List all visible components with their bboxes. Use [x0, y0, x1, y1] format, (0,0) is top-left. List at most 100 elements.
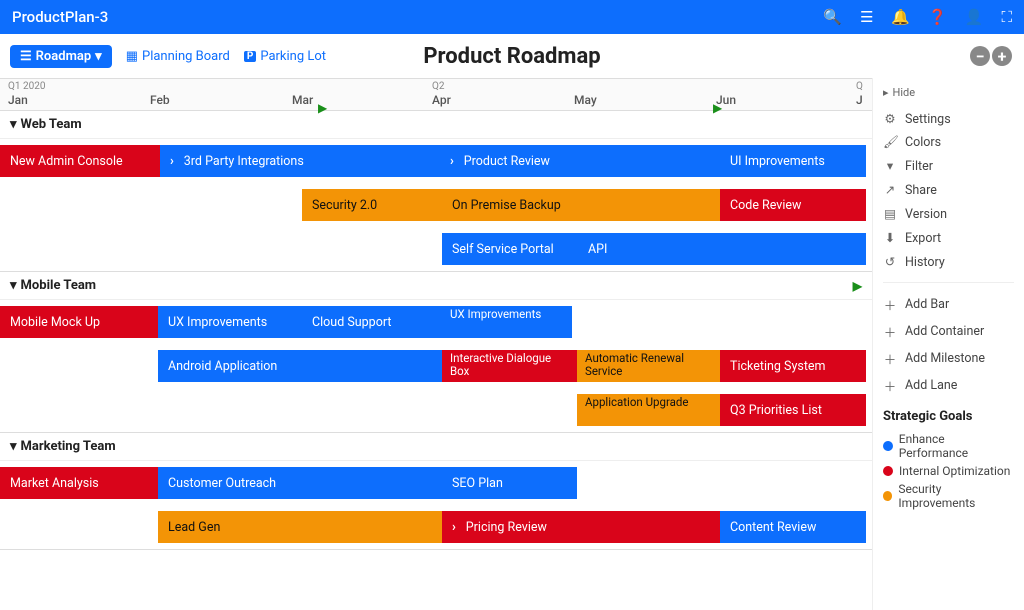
bar-application-upgrade[interactable]: Application Upgrade: [577, 394, 720, 426]
version-icon: ▤: [883, 206, 897, 222]
bar-pricing-review[interactable]: ›Pricing Review: [442, 511, 720, 543]
header-row: ☰ Roadmap ▾ ▦ Planning Board P Parking L…: [0, 34, 1024, 78]
tl-jul: J: [856, 93, 863, 107]
sidebar-item-share[interactable]: ↗Share: [883, 178, 1014, 202]
tl-apr: Apr: [432, 93, 451, 107]
roadmap-icon: ☰: [20, 49, 32, 64]
bar-on-premise-backup[interactable]: On Premise Backup: [442, 189, 720, 221]
tl-q1: Q1 2020: [8, 81, 45, 92]
bar-cloud-support[interactable]: Cloud Support: [302, 306, 442, 338]
bar-security-2[interactable]: Security 2.0: [302, 189, 442, 221]
fullscreen-icon[interactable]: ⛶: [1001, 8, 1012, 26]
sidebar-item-filter[interactable]: ▾Filter: [883, 154, 1014, 178]
help-icon[interactable]: ❓: [928, 8, 947, 26]
bar-seo-plan[interactable]: SEO Plan: [442, 467, 577, 499]
bar-android-application[interactable]: Android Application: [158, 350, 442, 382]
parking-icon: P: [244, 51, 256, 62]
user-icon[interactable]: 👤: [965, 8, 984, 26]
milestone-marker-3[interactable]: ▶: [853, 279, 862, 293]
search-icon[interactable]: 🔍: [823, 8, 842, 26]
topbar-actions: 🔍 ☰ 🔔 ❓ 👤 ⛶: [823, 8, 1012, 26]
bar-ux-improvements[interactable]: UX Improvements: [158, 306, 302, 338]
lane-marketing: ▾Marketing Team Market Analysis Customer…: [0, 433, 872, 550]
bar-content-review[interactable]: Content Review: [720, 511, 866, 543]
bar-automatic-renewal[interactable]: Automatic Renewal Service: [577, 350, 720, 382]
lane-header-mobile[interactable]: ▾Mobile Team▶: [0, 272, 872, 300]
board-icon: ▦: [126, 49, 138, 64]
zoom-in-button[interactable]: +: [992, 46, 1012, 66]
legend-dot: [883, 491, 892, 501]
hide-sidebar-link[interactable]: ▸Hide: [883, 86, 1014, 99]
bar-new-admin-console[interactable]: New Admin Console: [0, 145, 160, 177]
bar-ux-improvements-2[interactable]: UX Improvements: [442, 306, 572, 338]
planning-board-link[interactable]: ▦ Planning Board: [126, 49, 230, 64]
tl-jan: Jan: [8, 93, 28, 107]
bar-api[interactable]: API: [578, 233, 866, 265]
roadmap-view-dropdown[interactable]: ☰ Roadmap ▾: [10, 45, 112, 68]
plus-icon: ＋: [883, 349, 897, 368]
sidebar-item-add-bar[interactable]: ＋Add Bar: [883, 291, 1014, 318]
bar-market-analysis[interactable]: Market Analysis: [0, 467, 158, 499]
chevron-down-icon: ▾: [10, 439, 17, 454]
plus-icon: ＋: [883, 322, 897, 341]
sidebar-item-settings[interactable]: ⚙Settings: [883, 107, 1014, 131]
legend-dot: [883, 466, 893, 476]
bar-product-review[interactable]: ›Product Review: [440, 145, 720, 177]
lane-header-marketing[interactable]: ▾Marketing Team: [0, 433, 872, 461]
bell-icon[interactable]: 🔔: [891, 8, 910, 26]
chevron-down-icon: ▾: [95, 49, 102, 64]
tl-may: May: [574, 93, 597, 107]
legend-item-security[interactable]: Security Improvements: [883, 480, 1014, 512]
tl-feb: Feb: [150, 93, 170, 107]
bar-mobile-mock-up[interactable]: Mobile Mock Up: [0, 306, 158, 338]
plus-icon: ＋: [883, 376, 897, 395]
bar-code-review[interactable]: Code Review: [720, 189, 866, 221]
chevron-right-icon: ›: [170, 154, 174, 169]
bar-ui-improvements[interactable]: UI Improvements: [720, 145, 866, 177]
chevron-right-icon: ›: [452, 520, 456, 535]
bar-3rd-party-integrations[interactable]: ›3rd Party Integrations: [160, 145, 440, 177]
history-icon: ↺: [883, 254, 897, 270]
gear-icon: ⚙: [883, 111, 897, 127]
bar-lead-gen[interactable]: Lead Gen: [158, 511, 442, 543]
page-title: Product Roadmap: [423, 44, 600, 69]
tl-q3: Q: [856, 81, 863, 92]
topbar: ProductPlan-3 🔍 ☰ 🔔 ❓ 👤 ⛶: [0, 0, 1024, 34]
sidebar-item-history[interactable]: ↺History: [883, 250, 1014, 274]
bar-ticketing-system[interactable]: Ticketing System: [720, 350, 866, 382]
app-title: ProductPlan-3: [12, 8, 108, 26]
sidebar-item-add-container[interactable]: ＋Add Container: [883, 318, 1014, 345]
zoom-out-button[interactable]: −: [970, 46, 990, 66]
zoom-controls: − +: [970, 46, 1012, 66]
brush-icon: 🖌: [883, 135, 897, 150]
roadmap-canvas[interactable]: Q1 2020 Q2 Q Jan Feb Mar Apr May Jun J ▶…: [0, 78, 872, 610]
sidebar-item-add-milestone[interactable]: ＋Add Milestone: [883, 345, 1014, 372]
sidebar-item-add-lane[interactable]: ＋Add Lane: [883, 372, 1014, 399]
bar-interactive-dialogue[interactable]: Interactive Dialogue Box: [442, 350, 577, 382]
legend-item-internal[interactable]: Internal Optimization: [883, 462, 1014, 480]
lane-mobile: ▾Mobile Team▶ Mobile Mock Up UX Improvem…: [0, 272, 872, 433]
chevron-down-icon: ▾: [10, 117, 17, 132]
milestone-marker-1[interactable]: ▶: [318, 101, 327, 115]
sidebar-item-colors[interactable]: 🖌Colors: [883, 131, 1014, 154]
chevron-right-icon: ▸: [883, 86, 889, 99]
bar-customer-outreach[interactable]: Customer Outreach: [158, 467, 442, 499]
lane-header-web[interactable]: ▾Web Team: [0, 111, 872, 139]
share-icon: ↗: [883, 182, 897, 198]
legend-item-performance[interactable]: Enhance Performance: [883, 430, 1014, 462]
bar-self-service-portal[interactable]: Self Service Portal: [442, 233, 578, 265]
chevron-down-icon: ▾: [10, 278, 17, 293]
plus-icon: ＋: [883, 295, 897, 314]
list-icon[interactable]: ☰: [860, 8, 873, 26]
sidebar-item-export[interactable]: ⬇Export: [883, 226, 1014, 250]
divider: [883, 282, 1014, 283]
parking-lot-link[interactable]: P Parking Lot: [244, 49, 326, 64]
milestone-marker-2[interactable]: ▶: [713, 101, 722, 115]
bar-q3-priorities[interactable]: Q3 Priorities List: [720, 394, 866, 426]
tl-mar: Mar: [292, 93, 313, 107]
legend-dot: [883, 441, 893, 451]
sidebar-item-version[interactable]: ▤Version: [883, 202, 1014, 226]
filter-icon: ▾: [883, 158, 897, 174]
view-links: ▦ Planning Board P Parking Lot: [126, 49, 326, 64]
legend-title: Strategic Goals: [883, 409, 1014, 424]
